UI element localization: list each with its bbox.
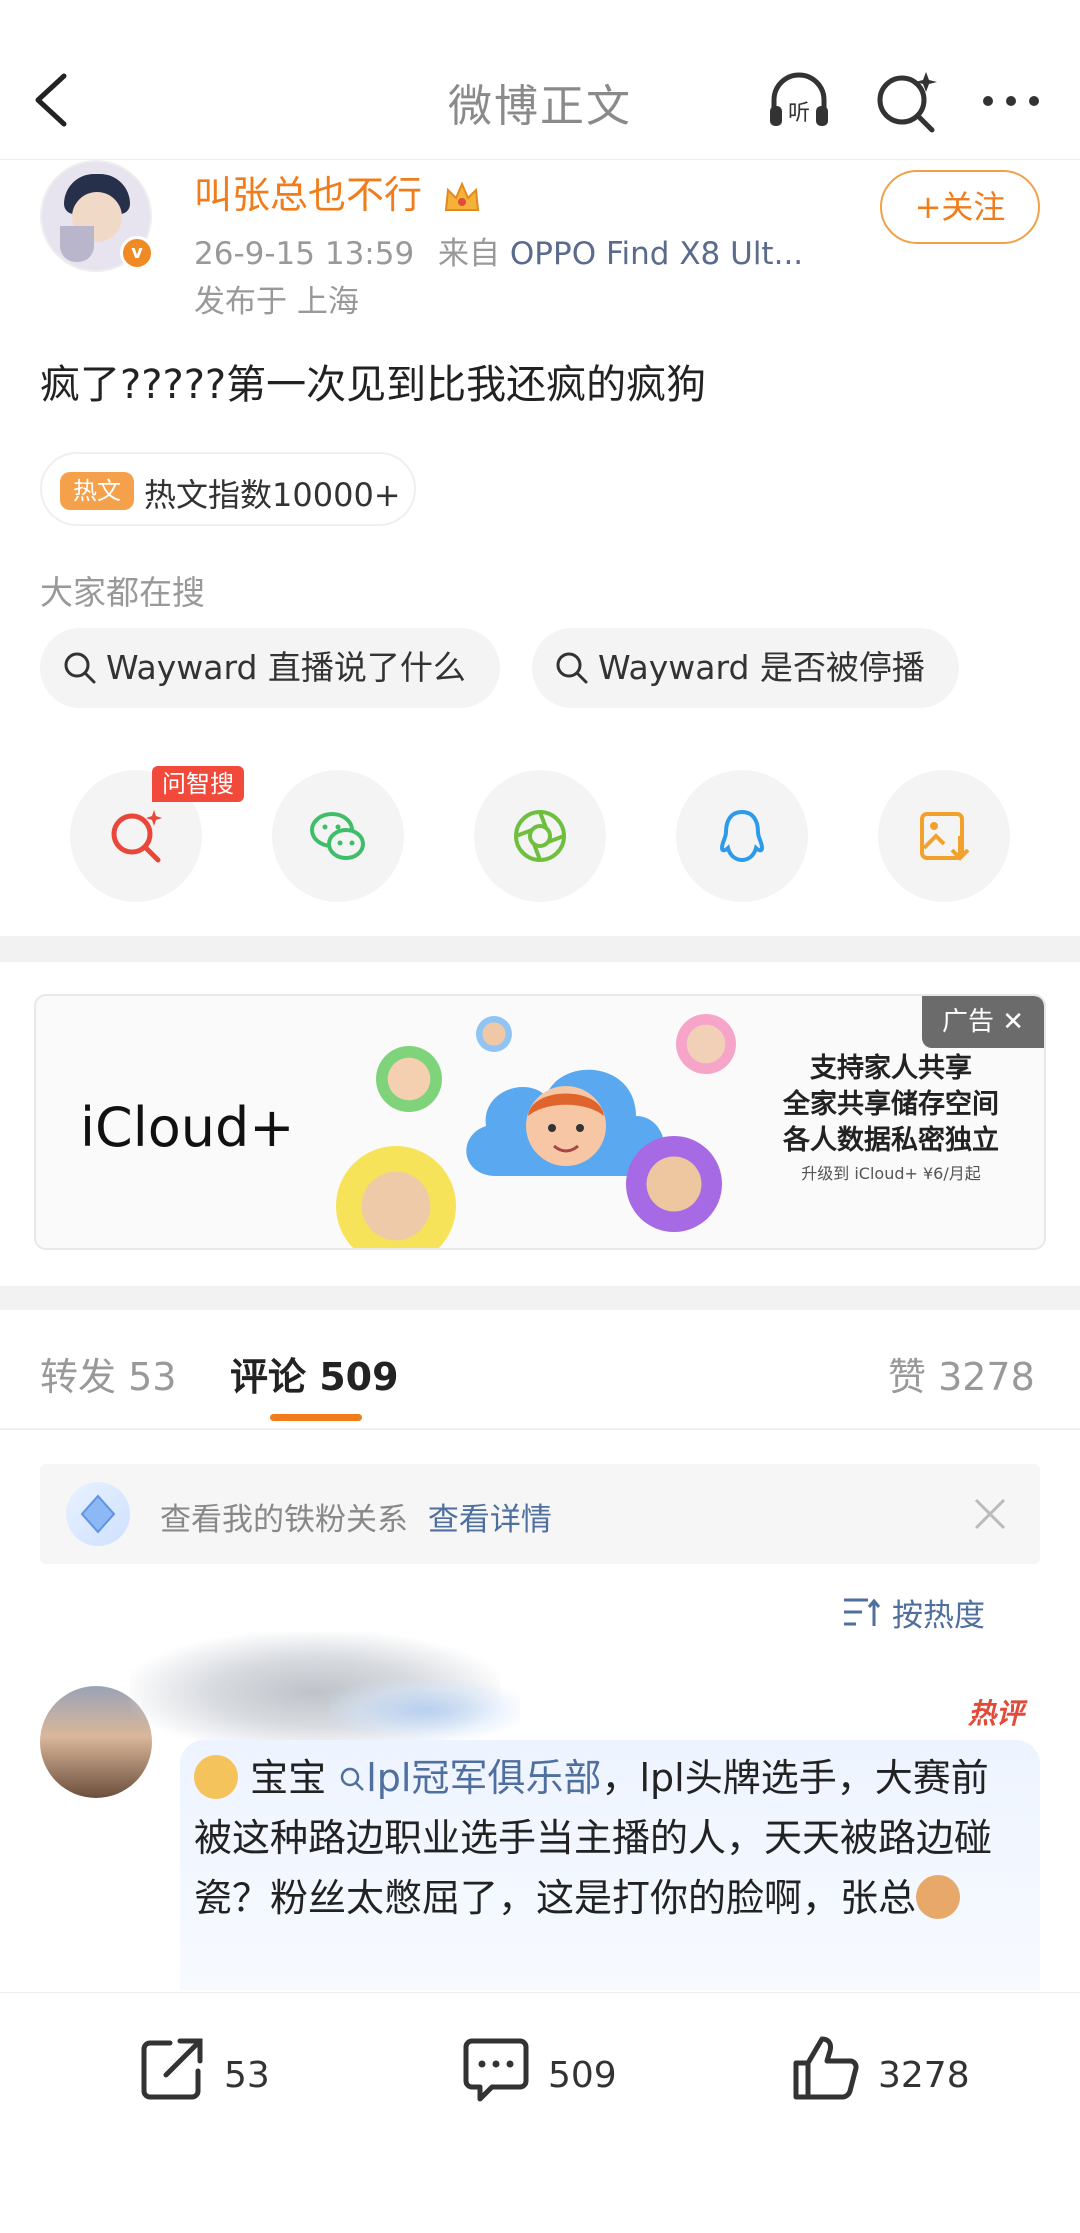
tab-comments[interactable]: 评论 509 — [230, 1346, 399, 1401]
hot-comment-tag: 热评 — [968, 1697, 1025, 1730]
search-chip-2[interactable]: Wayward 是否被停播 — [532, 628, 959, 708]
active-tab-indicator — [270, 1414, 362, 1421]
fan-relation-label: 查看我的铁粉关系 — [160, 1502, 408, 1538]
comment-mention-link[interactable]: lpl冠军俱乐部 — [338, 1756, 601, 1800]
post-text: 疯了?????第一次见到比我还疯的疯狗 — [40, 362, 707, 408]
bottom-action-bar: 53 509 3278 — [0, 1992, 1080, 2233]
sort-by-hot-button[interactable]: 按热度 — [844, 1590, 985, 1635]
ad-line-2: 全家共享储存空间 — [783, 1089, 999, 1120]
repost-count: 53 — [224, 2055, 270, 2096]
post-location: 发布于 上海 — [194, 284, 359, 320]
ad-brand: iCloud+ — [80, 1096, 295, 1159]
fan-relation-banner[interactable]: 查看我的铁粉关系 查看详情 — [40, 1464, 1040, 1564]
search-chip-1-label: Wayward 直播说了什么 — [106, 648, 466, 687]
follow-button[interactable]: +关注 — [880, 170, 1040, 244]
memoji-avatar — [336, 1146, 456, 1248]
comment-button[interactable]: 509 — [460, 2033, 640, 2117]
more-icon[interactable] — [978, 68, 1044, 134]
share-wechat-button[interactable] — [272, 770, 404, 902]
memoji-avatar — [476, 1016, 512, 1052]
close-icon[interactable]: ✕ — [1002, 1007, 1024, 1037]
crown-icon — [445, 180, 480, 211]
ad-close-tag[interactable]: 广告 ✕ — [922, 996, 1044, 1048]
hot-index-chip[interactable]: 热文 热文指数10000+ — [40, 452, 416, 526]
cat-emoji-icon — [916, 1875, 961, 1919]
post-date: 26-9-15 13:59 — [194, 236, 415, 272]
ai-search-icon[interactable] — [874, 68, 940, 134]
fan-details-link[interactable]: 查看详情 — [428, 1502, 552, 1538]
hot-badge: 热文 — [60, 472, 134, 510]
ad-line-3: 各人数据私密独立 — [783, 1125, 999, 1156]
comment-prefix: 宝宝 — [250, 1756, 327, 1800]
close-icon[interactable] — [972, 1496, 1008, 1532]
top-bar: 微博正文 听 — [0, 0, 1080, 160]
section-divider — [0, 936, 1080, 962]
search-icon — [340, 1767, 365, 1791]
search-chip-2-label: Wayward 是否被停播 — [598, 648, 925, 687]
tab-likes[interactable]: 赞 3278 — [888, 1346, 1035, 1401]
comment-icon — [463, 2038, 529, 2102]
repost-icon — [141, 2038, 203, 2100]
source-prefix: 来自 — [438, 236, 501, 272]
verified-badge: v — [120, 236, 154, 270]
wechat-icon — [310, 812, 365, 860]
listen-headphones-icon[interactable]: 听 — [766, 68, 832, 134]
sort-icon — [844, 1598, 880, 1626]
ad-line-1: 支持家人共享 — [810, 1053, 972, 1084]
search-icon — [556, 652, 588, 684]
source-device[interactable]: OPPO Find X8 Ult... — [510, 236, 803, 272]
share-save-image-button[interactable] — [878, 770, 1010, 902]
memoji-avatar — [676, 1014, 736, 1074]
sort-label: 按热度 — [892, 1598, 985, 1634]
moments-icon — [514, 810, 566, 862]
tab-divider — [0, 1428, 1080, 1430]
svg-text:听: 听 — [788, 101, 810, 126]
author-name[interactable]: 叫张总也不行 — [194, 164, 482, 219]
ad-price: 升级到 iCloud+ ¥6/月起 — [801, 1164, 981, 1183]
doge-emoji-icon — [194, 1755, 238, 1799]
search-icon — [64, 652, 96, 684]
ai-search-icon — [111, 810, 162, 863]
comment-text[interactable]: 宝宝 lpl冠军俱乐部，lpl头牌选手，大赛前被这种路边职业选手当主播的人，天天… — [194, 1748, 1024, 1928]
section-divider — [0, 1286, 1080, 1310]
fan-relation-text: 查看我的铁粉关系 查看详情 — [160, 1494, 552, 1539]
ad-tag-label: 广告 — [941, 1007, 994, 1037]
like-button[interactable]: 3278 — [790, 2033, 990, 2117]
redacted-badge — [330, 1680, 520, 1740]
trending-search-label: 大家都在搜 — [40, 573, 205, 612]
share-qq-button[interactable] — [676, 770, 808, 902]
tab-repost[interactable]: 转发 53 — [40, 1346, 176, 1401]
comment-mention-text[interactable]: lpl冠军俱乐部 — [366, 1756, 601, 1800]
thumbs-up-icon — [793, 2036, 859, 2100]
memoji-avatar — [626, 1136, 722, 1232]
hot-index-text: 热文指数10000+ — [144, 476, 401, 514]
qq-icon — [719, 809, 765, 863]
repost-button[interactable]: 53 — [136, 2033, 296, 2117]
ad-banner[interactable]: iCloud+ 支持家人共享 全家共享储存空间 各人数据私密独立 升级到 iCl… — [34, 994, 1046, 1250]
share-moments-button[interactable] — [474, 770, 606, 902]
author-name-text[interactable]: 叫张总也不行 — [194, 173, 422, 217]
wenzhisou-badge: 问智搜 — [152, 766, 244, 802]
memoji-avatar — [376, 1046, 442, 1112]
fan-diamond-icon — [66, 1482, 130, 1546]
like-count: 3278 — [878, 2055, 970, 2096]
comment-count: 509 — [548, 2055, 617, 2096]
save-image-icon — [920, 812, 970, 861]
post-meta: 26-9-15 13:59 来自 OPPO Find X8 Ult... — [194, 228, 803, 273]
search-chip-1[interactable]: Wayward 直播说了什么 — [40, 628, 500, 708]
